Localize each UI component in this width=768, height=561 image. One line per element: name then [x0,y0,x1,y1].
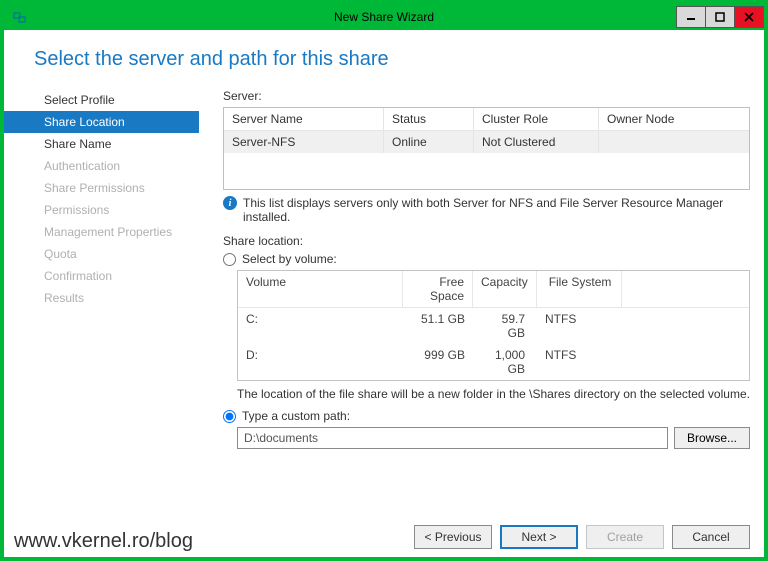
page-heading: Select the server and path for this shar… [4,30,764,83]
footer: www.vkernel.ro/blog < Previous Next > Cr… [4,515,764,557]
close-button[interactable] [734,6,764,28]
create-button: Create [586,525,664,549]
radio-select-by-volume-row[interactable]: Select by volume: [223,252,750,266]
server-grid[interactable]: Server Name Status Cluster Role Owner No… [223,107,750,190]
info-text: This list displays servers only with bot… [243,196,750,224]
radio-select-by-volume-label[interactable]: Select by volume: [242,252,337,266]
cell-capacity: 59.7 GB [473,308,533,344]
previous-button[interactable]: < Previous [414,525,492,549]
volume-grid-header: Volume Free Space Capacity File System [238,271,749,308]
minimize-button[interactable] [676,6,706,28]
volume-grid[interactable]: Volume Free Space Capacity File System C… [237,270,750,381]
cancel-button[interactable]: Cancel [672,525,750,549]
cell-file-system: NTFS [533,344,618,380]
body-split: Select ProfileShare LocationShare NameAu… [4,83,764,515]
cell-free-space: 51.1 GB [403,308,473,344]
cell-volume: C: [238,308,403,344]
col-capacity[interactable]: Capacity [473,271,537,307]
wizard-step-6: Management Properties [4,221,199,243]
col-owner-node[interactable]: Owner Node [599,108,749,130]
wizard-step-3: Authentication [4,155,199,177]
radio-custom-path[interactable] [223,410,236,423]
radio-select-by-volume[interactable] [223,253,236,266]
cell-cluster-role: Not Clustered [474,131,599,153]
col-volume[interactable]: Volume [238,271,403,307]
cell-capacity: 1,000 GB [473,344,533,380]
window-frame: New Share Wizard Select the server and p… [0,0,768,561]
cell-volume: D: [238,344,403,380]
app-icon [8,7,32,27]
cell-free-space: 999 GB [403,344,473,380]
volume-hint: The location of the file share will be a… [237,387,750,401]
maximize-button[interactable] [705,6,735,28]
col-file-system[interactable]: File System [537,271,622,307]
title-bar: New Share Wizard [4,4,764,30]
server-row[interactable]: Server-NFSOnlineNot Clustered [224,131,749,153]
cell-status: Online [384,131,474,153]
wizard-step-7: Quota [4,243,199,265]
col-spacer [622,271,749,307]
cell-spacer [618,308,749,344]
wizard-step-4: Share Permissions [4,177,199,199]
custom-path-input[interactable] [237,427,668,449]
content-area: Select the server and path for this shar… [4,30,764,557]
wizard-step-2[interactable]: Share Name [4,133,199,155]
col-cluster-role[interactable]: Cluster Role [474,108,599,130]
wizard-step-0[interactable]: Select Profile [4,89,199,111]
volume-row[interactable]: C:51.1 GB59.7 GBNTFS [238,308,749,344]
server-grid-header: Server Name Status Cluster Role Owner No… [224,108,749,131]
info-icon: i [223,196,237,210]
col-server-name[interactable]: Server Name [224,108,384,130]
wizard-step-5: Permissions [4,199,199,221]
window-controls [677,6,764,28]
server-grid-body: Server-NFSOnlineNot Clustered [224,131,749,189]
wizard-step-9: Results [4,287,199,309]
watermark: www.vkernel.ro/blog [14,530,193,553]
cell-file-system: NTFS [533,308,618,344]
col-status[interactable]: Status [384,108,474,130]
volume-grid-body: C:51.1 GB59.7 GBNTFSD:999 GB1,000 GBNTFS [238,308,749,380]
browse-button[interactable]: Browse... [674,427,750,449]
radio-custom-path-label[interactable]: Type a custom path: [242,409,350,423]
col-free-space[interactable]: Free Space [403,271,473,307]
server-label: Server: [223,89,750,103]
share-location-label: Share location: [223,234,750,248]
main-panel: Server: Server Name Status Cluster Role … [199,83,750,515]
wizard-steps: Select ProfileShare LocationShare NameAu… [4,83,199,515]
radio-custom-path-row[interactable]: Type a custom path: [223,409,750,423]
cell-server-name: Server-NFS [224,131,384,153]
cell-owner-node [599,131,749,153]
custom-path-row: Browse... [237,427,750,449]
cell-spacer [618,344,749,380]
wizard-step-8: Confirmation [4,265,199,287]
next-button[interactable]: Next > [500,525,578,549]
volume-row[interactable]: D:999 GB1,000 GBNTFS [238,344,749,380]
wizard-step-1[interactable]: Share Location [4,111,199,133]
window-title: New Share Wizard [4,10,764,24]
info-note: i This list displays servers only with b… [223,196,750,224]
